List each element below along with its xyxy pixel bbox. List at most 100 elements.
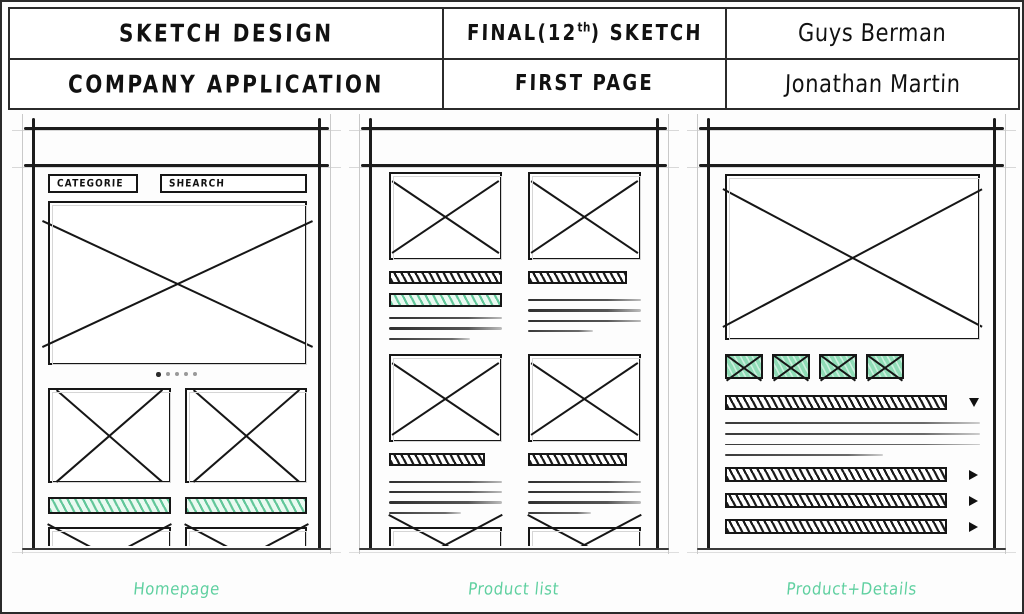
list-item[interactable]	[528, 526, 641, 546]
thumbnail[interactable]	[865, 354, 904, 379]
hero-image-placeholder[interactable]	[48, 201, 308, 365]
hatched-title-bar	[389, 452, 486, 466]
hatched-bar	[724, 493, 948, 509]
product-card[interactable]	[48, 388, 171, 546]
sketch-shadow	[52, 530, 171, 546]
chevron-right-icon[interactable]	[967, 495, 980, 506]
text-line-short	[389, 511, 462, 514]
product-card[interactable]	[184, 388, 308, 546]
search-input[interactable]: SHEARCH	[160, 174, 308, 193]
frame-ghost-line-top	[349, 130, 679, 131]
frame-ghost-line-bottom	[12, 552, 342, 553]
chevron-right-icon[interactable]	[967, 521, 980, 532]
author-name: Guys Berman	[797, 19, 948, 48]
title-block-row-2: COMPANY APPLICATION FIRST PAGE Jonathan …	[10, 59, 1018, 108]
green-cta-bar[interactable]	[184, 496, 308, 514]
revision-title: FINAL(12th) SKETCH	[466, 20, 702, 46]
chevron-right-glyph	[969, 521, 979, 532]
wireframe-panels: CATEGORIE SHEARCH Homepage Product list …	[8, 114, 1020, 610]
frame-ghost-line-top	[686, 130, 1016, 131]
frame-ghost-line-mid	[349, 167, 679, 168]
list-item[interactable]	[389, 353, 502, 514]
hatched-bar	[724, 519, 948, 535]
text-line-short	[389, 337, 471, 340]
description-lines	[528, 480, 641, 514]
product-list-row	[389, 353, 641, 514]
frame-ghost-rail-left	[359, 114, 361, 554]
chevron-right-glyph	[969, 469, 979, 480]
green-cta-bar[interactable]	[389, 293, 502, 307]
image-placeholder[interactable]	[389, 353, 502, 442]
green-cta-bar[interactable]	[48, 496, 171, 514]
frame-rail-right	[318, 118, 322, 550]
image-placeholder[interactable]	[184, 388, 308, 483]
row-spacer	[389, 340, 640, 354]
carousel-dot[interactable]	[192, 372, 197, 377]
image-placeholder[interactable]	[48, 526, 171, 546]
sketch-shadow	[188, 530, 308, 546]
text-line	[389, 327, 502, 330]
image-placeholder[interactable]	[528, 353, 641, 442]
text-line	[389, 501, 502, 504]
text-line	[528, 480, 641, 483]
text-line-short	[528, 511, 592, 514]
panel-caption-product-details: Product+Details	[785, 578, 918, 600]
panel-homepage: CATEGORIE SHEARCH Homepage	[8, 114, 345, 610]
hatched-title-bar	[389, 271, 502, 284]
sketch-shadow	[532, 357, 641, 442]
frame-rail-left	[369, 118, 373, 550]
text-line	[724, 422, 980, 424]
carousel-dot-active[interactable]	[156, 372, 161, 377]
frame-ghost-rail-left	[22, 114, 23, 554]
title-block: SKETCH DESIGN FINAL(12th) SKETCH Guys Be…	[8, 7, 1020, 110]
image-placeholder[interactable]	[528, 172, 641, 260]
list-item[interactable]	[389, 526, 502, 546]
image-placeholder[interactable]	[48, 388, 171, 483]
text-line	[389, 317, 502, 320]
search-input-value: SHEARCH	[168, 177, 226, 190]
hatched-title-bar	[528, 452, 628, 466]
project-title: SKETCH DESIGN	[118, 18, 334, 48]
frame-ghost-line-top	[12, 130, 342, 131]
frame-rail-right	[655, 118, 659, 550]
list-item[interactable]	[528, 353, 641, 514]
product-details-screen: ×	[713, 170, 990, 546]
sketch-shadow	[728, 178, 980, 340]
image-placeholder[interactable]	[184, 526, 308, 546]
image-placeholder[interactable]	[389, 526, 502, 546]
list-item[interactable]	[528, 172, 641, 340]
hatched-title-bar	[528, 271, 628, 284]
chevron-down-icon[interactable]	[967, 398, 980, 407]
frame-rail-left	[706, 118, 710, 550]
frame-ghost-line-bottom	[349, 552, 679, 553]
description-lines	[389, 317, 502, 340]
revision-prefix: FINAL(12	[466, 20, 578, 47]
frame-rail-statusbar	[361, 164, 667, 167]
image-placeholder[interactable]	[389, 172, 502, 260]
product-hero-image[interactable]	[724, 174, 980, 340]
wireframe-sheet: SKETCH DESIGN FINAL(12th) SKETCH Guys Be…	[0, 0, 1024, 614]
accordion-row[interactable]	[724, 493, 980, 509]
thumbnail[interactable]	[818, 354, 857, 379]
thumbnail[interactable]	[771, 354, 810, 379]
thumbnail[interactable]	[724, 354, 763, 379]
summary-row[interactable]	[724, 395, 980, 410]
panel-product-list: Product list	[345, 114, 682, 610]
accordion-row[interactable]	[724, 467, 980, 483]
carousel-dot[interactable]	[183, 372, 188, 377]
frame-rail-left	[32, 118, 35, 550]
description-lines	[528, 299, 641, 332]
carousel-dots[interactable]	[38, 372, 315, 377]
image-placeholder[interactable]	[528, 526, 641, 546]
carousel-dot[interactable]	[165, 372, 170, 377]
carousel-dot[interactable]	[174, 372, 179, 377]
product-list-row	[389, 526, 641, 546]
accordion-row[interactable]	[724, 519, 980, 535]
category-field[interactable]: CATEGORIE	[48, 174, 138, 193]
list-item[interactable]	[389, 172, 502, 340]
sketch-shadow	[393, 357, 502, 442]
title-cell-revision: FINAL(12th) SKETCH	[444, 9, 727, 58]
frame-ghost-line-bottom	[686, 552, 1016, 553]
text-line	[528, 299, 641, 302]
chevron-right-icon[interactable]	[967, 469, 980, 480]
